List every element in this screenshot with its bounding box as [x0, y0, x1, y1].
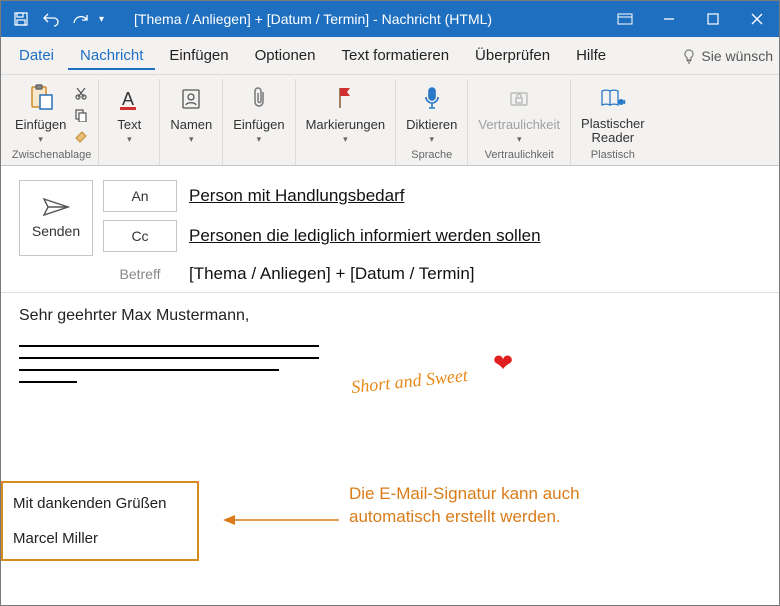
tab-nachricht[interactable]: Nachricht: [68, 41, 155, 70]
chevron-down-icon: ▾: [257, 134, 262, 145]
format-painter-icon[interactable]: [70, 127, 92, 147]
send-icon: [42, 197, 70, 217]
ribbon-group-markierungen: Markierungen ▾: [296, 79, 397, 165]
undo-icon[interactable]: [37, 5, 65, 33]
subject-field[interactable]: [Thema / Anliegen] + [Datum / Termin]: [187, 260, 761, 288]
tab-hilfe[interactable]: Hilfe: [564, 41, 618, 70]
tab-datei[interactable]: Datei: [7, 41, 66, 70]
names-button[interactable]: Namen ▾: [166, 85, 216, 147]
cc-field[interactable]: Personen die lediglich informiert werden…: [187, 222, 761, 250]
tab-optionen[interactable]: Optionen: [243, 41, 328, 70]
to-field[interactable]: Person mit Handlungsbedarf: [187, 182, 761, 210]
heart-icon: ❤: [493, 349, 513, 378]
insert-button[interactable]: Einfügen ▾: [229, 83, 288, 147]
body-placeholder-lines: [19, 345, 319, 383]
tab-text-formatieren[interactable]: Text formatieren: [330, 41, 462, 70]
minimize-button[interactable]: [647, 1, 691, 37]
ribbon-group-namen: Namen ▾: [160, 79, 223, 165]
lock-tag-icon: [507, 87, 531, 114]
mail-body[interactable]: Sehr geehrter Max Mustermann, Short and …: [1, 293, 779, 407]
tell-me[interactable]: Sie wünsch: [681, 48, 773, 64]
copy-icon[interactable]: [70, 105, 92, 125]
flag-icon: [334, 85, 356, 114]
to-button[interactable]: An: [103, 180, 177, 212]
subject-label: Betreff: [103, 266, 177, 282]
signature-greeting: Mit dankenden Grüßen: [13, 495, 187, 512]
cc-button[interactable]: Cc: [103, 220, 177, 252]
chevron-down-icon: ▾: [517, 134, 522, 145]
tags-button[interactable]: Markierungen ▾: [302, 83, 390, 147]
annotation-short-sweet: Short and Sweet: [350, 365, 469, 398]
signature-name: Marcel Miller: [13, 530, 187, 547]
compose-header: Senden An Person mit Handlungsbedarf Cc …: [1, 166, 779, 293]
window-title: [Thema / Anliegen] + [Datum / Termin] - …: [134, 11, 492, 27]
ribbon-group-einfuegen: Einfügen ▾: [223, 79, 295, 165]
chevron-down-icon: ▾: [343, 134, 348, 145]
close-button[interactable]: [735, 1, 779, 37]
ribbon-group-plastisch: PlastischerReader Plastisch: [571, 79, 655, 165]
sensitivity-button: Vertraulichkeit ▾: [474, 85, 564, 147]
text-button[interactable]: A Text ▾: [105, 85, 153, 147]
arrow-icon: [221, 508, 341, 538]
tab-ueberpruefen[interactable]: Überprüfen: [463, 41, 562, 70]
save-icon[interactable]: [7, 5, 35, 33]
paste-button[interactable]: Einfügen ▾: [11, 81, 70, 147]
font-icon: A: [116, 87, 142, 114]
menu-bar: Datei Nachricht Einfügen Optionen Text f…: [1, 37, 779, 75]
ribbon: Einfügen ▾ Zwischenablage A Text ▾: [1, 75, 779, 166]
chevron-down-icon: ▾: [127, 134, 132, 145]
maximize-button[interactable]: [691, 1, 735, 37]
chevron-down-icon: ▾: [38, 134, 43, 145]
ribbon-group-vertraulichkeit: Vertraulichkeit ▾ Vertraulichkeit: [468, 79, 571, 165]
qat-customize-icon[interactable]: ▾: [99, 14, 104, 25]
redo-icon[interactable]: [67, 5, 95, 33]
send-button[interactable]: Senden: [19, 180, 93, 256]
chevron-down-icon: ▾: [429, 134, 434, 145]
book-speaker-icon: [599, 86, 627, 113]
ribbon-display-icon[interactable]: [603, 1, 647, 37]
svg-text:A: A: [122, 89, 134, 109]
signature-box: Mit dankenden Grüßen Marcel Miller: [1, 481, 199, 561]
clipboard-icon: [28, 83, 54, 114]
title-bar: ▾ [Thema / Anliegen] + [Datum / Termin] …: [1, 1, 779, 37]
annotation-signature: Die E-Mail-Signatur kann auch automatisc…: [349, 483, 599, 529]
ribbon-group-text: A Text ▾: [99, 79, 160, 165]
microphone-icon: [421, 85, 443, 114]
ribbon-group-sprache: Diktieren ▾ Sprache: [396, 79, 468, 165]
tab-einfuegen[interactable]: Einfügen: [157, 41, 240, 70]
paperclip-icon: [249, 85, 269, 114]
address-book-icon: [179, 87, 203, 114]
immersive-reader-button[interactable]: PlastischerReader: [577, 84, 649, 148]
ribbon-group-clipboard: Einfügen ▾ Zwischenablage: [5, 79, 99, 165]
dictate-button[interactable]: Diktieren ▾: [402, 83, 461, 147]
chevron-down-icon: ▾: [189, 134, 194, 145]
cut-icon[interactable]: [70, 83, 92, 103]
greeting-text: Sehr geehrter Max Mustermann,: [19, 307, 761, 325]
lightbulb-icon: [681, 48, 697, 64]
